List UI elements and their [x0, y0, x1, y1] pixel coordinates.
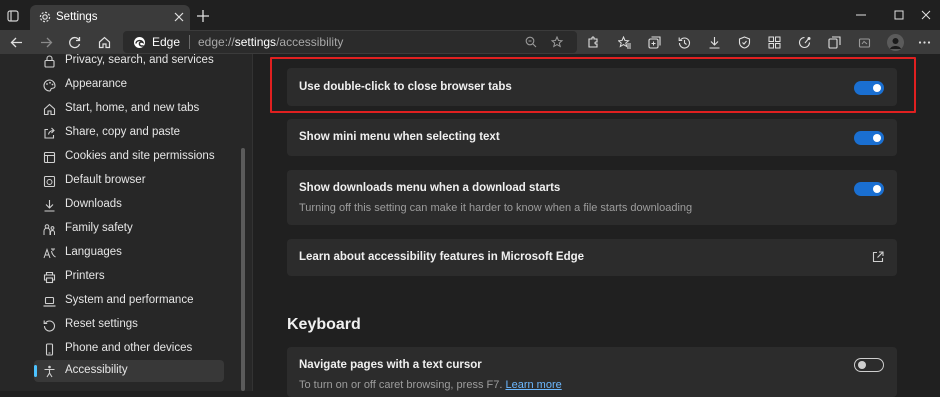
tab-title: Settings	[56, 11, 98, 23]
home-icon	[41, 101, 57, 117]
edge-logo-icon	[132, 35, 146, 49]
url-suffix: /accessibility	[276, 35, 344, 49]
add-favorite-icon[interactable]	[550, 35, 564, 49]
sidebar-item-downloads[interactable]: Downloads	[34, 194, 224, 216]
learn-more-link[interactable]: Learn more	[505, 379, 561, 391]
setting-mini-menu: Show mini menu when selecting text	[287, 119, 897, 156]
close-icon[interactable]	[172, 10, 186, 24]
sidebar-item-label: Privacy, search, and services	[65, 54, 214, 66]
performance-icon[interactable]	[796, 34, 812, 50]
collections-icon[interactable]	[646, 34, 662, 50]
home-button-icon[interactable]	[96, 34, 112, 50]
reset-icon	[41, 317, 57, 333]
sidebar-item-label: Default browser	[65, 174, 146, 186]
setting-title: Learn about accessibility features in Mi…	[299, 251, 585, 263]
sidebar-item-family-safety[interactable]: Family safety	[34, 218, 224, 240]
close-window-icon[interactable]	[918, 8, 934, 22]
caret-description-text: To turn on or off caret browsing, press …	[299, 379, 503, 391]
sidebar-item-label: Reset settings	[65, 318, 138, 330]
url-text: edge://settings/accessibility	[198, 35, 343, 49]
caret-browsing-toggle[interactable]	[854, 358, 884, 372]
sidebar-item-label: Family safety	[65, 222, 133, 234]
sidebar-item-label: Downloads	[65, 198, 122, 210]
site-label: Edge	[152, 35, 181, 49]
external-link-icon[interactable]	[871, 250, 885, 264]
section-heading-keyboard: Keyboard	[287, 316, 361, 333]
settings-sidebar: Privacy, search, and services Appearance…	[0, 54, 253, 391]
setting-caret-browsing: Navigate pages with a text cursor To tur…	[287, 347, 897, 397]
sidebar-item-label: Accessibility	[65, 364, 128, 376]
cookie-icon	[41, 149, 57, 165]
sidebar-item-printers[interactable]: Printers	[34, 266, 224, 288]
screenshot-icon[interactable]	[856, 34, 872, 50]
sidebar-item-appearance[interactable]: Appearance	[34, 74, 224, 96]
zoom-icon[interactable]	[524, 35, 538, 49]
sidebar-item-label: Printers	[65, 270, 105, 282]
tab-settings[interactable]: Settings	[30, 5, 190, 30]
sidebar-item-label: Cookies and site permissions	[65, 150, 215, 162]
sidebar-item-label: Share, copy and paste	[65, 126, 181, 138]
lock-icon	[41, 53, 57, 69]
new-tab-icon[interactable]	[195, 8, 211, 24]
refresh-icon[interactable]	[66, 34, 82, 50]
language-icon	[41, 245, 57, 261]
title-bar: Settings	[0, 0, 940, 30]
forward-icon[interactable]	[38, 34, 54, 50]
setting-description: Turning off this setting can make it har…	[299, 202, 693, 214]
sidebar-item-phone[interactable]: Phone and other devices	[34, 338, 224, 360]
setting-title: Show mini menu when selecting text	[299, 131, 500, 143]
downloads-menu-toggle[interactable]	[854, 182, 884, 196]
laptop-icon	[41, 293, 57, 309]
more-menu-icon[interactable]	[916, 34, 932, 50]
address-divider	[189, 35, 190, 49]
sidebar-item-label: Phone and other devices	[65, 342, 193, 354]
setting-title: Navigate pages with a text cursor	[299, 359, 482, 371]
gear-icon	[38, 10, 52, 24]
sidebar-item-label: Appearance	[65, 78, 128, 90]
sidebar-item-system[interactable]: System and performance	[34, 290, 224, 312]
setting-description: To turn on or off caret browsing, press …	[299, 379, 562, 391]
url-prefix: edge://	[198, 35, 235, 49]
split-screen-icon[interactable]	[826, 34, 842, 50]
share-icon	[41, 125, 57, 141]
favorites-icon[interactable]	[616, 34, 632, 50]
sidebar-item-default-browser[interactable]: Default browser	[34, 170, 224, 192]
sidebar-item-privacy[interactable]: Privacy, search, and services	[34, 50, 224, 72]
profile-avatar-icon[interactable]	[886, 33, 904, 51]
sidebar-item-label: System and performance	[65, 294, 194, 306]
tab-actions-icon[interactable]	[6, 9, 20, 23]
apps-icon[interactable]	[766, 34, 782, 50]
sidebar-item-share[interactable]: Share, copy and paste	[34, 122, 224, 144]
minimize-icon[interactable]	[853, 8, 869, 22]
browser-icon	[41, 173, 57, 189]
sidebar-item-accessibility[interactable]: Accessibility	[34, 360, 224, 382]
sidebar-item-languages[interactable]: Languages	[34, 242, 224, 264]
url-path: settings	[234, 35, 277, 49]
sidebar-scrollbar[interactable]	[241, 148, 245, 391]
back-icon[interactable]	[8, 34, 24, 50]
printer-icon	[41, 269, 57, 285]
sidebar-item-start-home[interactable]: Start, home, and new tabs	[34, 98, 224, 120]
extensions-icon[interactable]	[584, 34, 600, 50]
setting-title: Show downloads menu when a download star…	[299, 182, 561, 194]
browser-essentials-icon[interactable]	[736, 34, 752, 50]
download-icon	[41, 197, 57, 213]
palette-icon	[41, 77, 57, 93]
sidebar-item-label: Languages	[65, 246, 122, 258]
sidebar-item-label: Start, home, and new tabs	[65, 102, 200, 114]
mini-menu-toggle[interactable]	[854, 131, 884, 145]
family-icon	[41, 221, 57, 237]
sidebar-item-cookies[interactable]: Cookies and site permissions	[34, 146, 224, 168]
accessibility-icon	[41, 363, 57, 379]
setting-learn-accessibility[interactable]: Learn about accessibility features in Mi…	[287, 239, 897, 276]
phone-icon	[41, 341, 57, 357]
setting-downloads-menu: Show downloads menu when a download star…	[287, 170, 897, 225]
sidebar-item-reset[interactable]: Reset settings	[34, 314, 224, 336]
downloads-icon[interactable]	[706, 34, 722, 50]
maximize-icon[interactable]	[891, 8, 907, 22]
highlight-box	[270, 57, 916, 113]
history-icon[interactable]	[676, 34, 692, 50]
